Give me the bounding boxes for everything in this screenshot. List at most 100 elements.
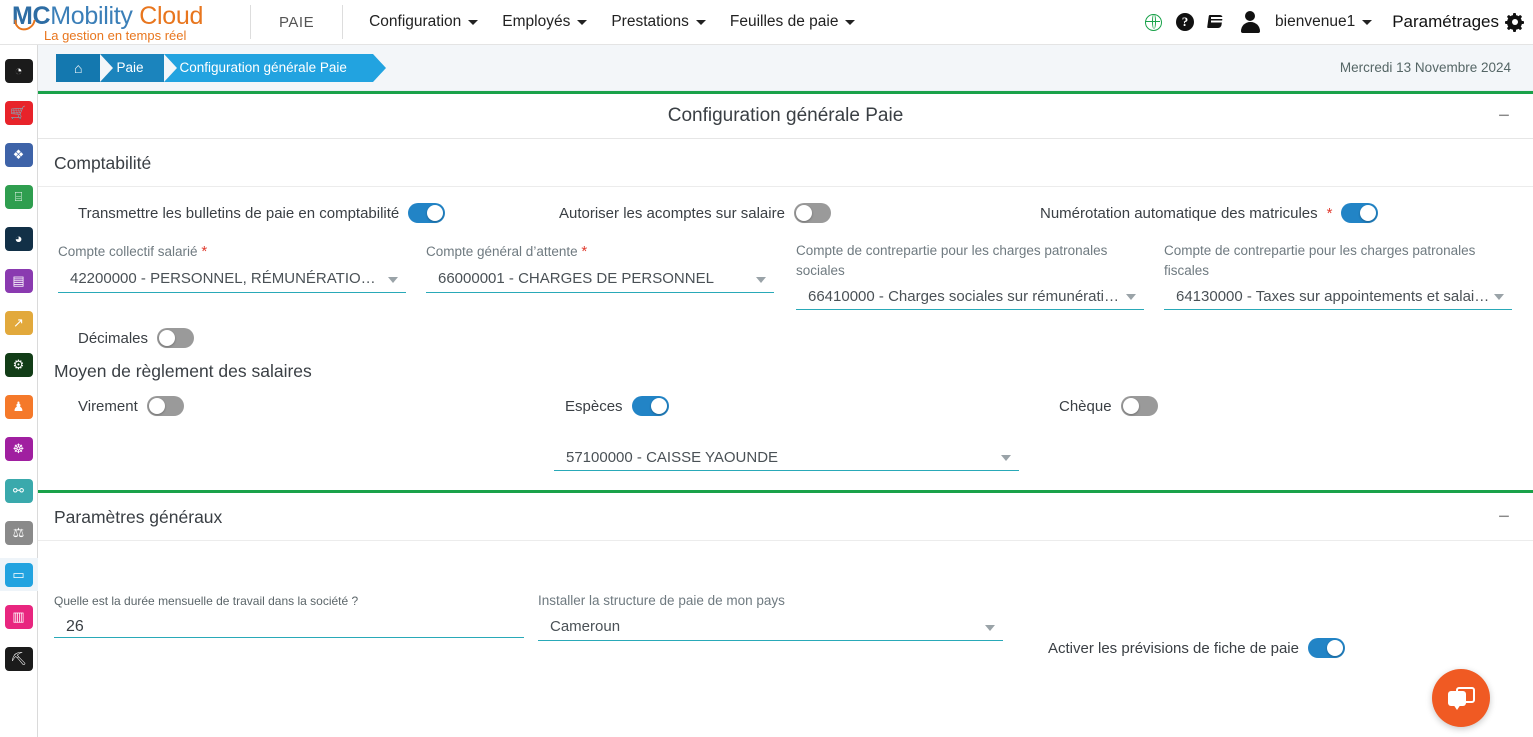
help-icon[interactable]: ? <box>1176 13 1195 31</box>
sidebar-item-legal[interactable]: ⚖ <box>0 516 38 549</box>
top-header: MCMobility Cloud La gestion en temps rée… <box>0 0 1533 45</box>
language-globe-icon[interactable] <box>1145 13 1163 31</box>
breadcrumb-item-paie[interactable]: Paie <box>100 53 177 82</box>
toggle-previsions-fiche-paie[interactable]: Activer les prévisions de fiche de paie <box>1048 638 1345 658</box>
sidebar-item-analytics[interactable]: ↗ <box>0 306 38 339</box>
collapse-panel-button[interactable]: − <box>1495 106 1513 126</box>
menu-item-feuilles-de-paie[interactable]: Feuilles de paie <box>718 0 868 45</box>
sidebar-item-org[interactable]: ⚯ <box>0 474 38 507</box>
toggle-label: Espèces <box>565 397 623 415</box>
sidebar-item-payslips[interactable]: ▥ <box>0 600 38 633</box>
select-compte-collectif-salarie[interactable]: 42200000 - PERSONNEL, RÉMUNÉRATIONS DUES <box>58 266 406 293</box>
chevron-down-icon <box>756 276 766 283</box>
parametres-body: Quelle est la durée mensuelle de travail… <box>38 541 1533 661</box>
select-compte-caisse[interactable]: 57100000 - CAISSE YAOUNDE <box>554 444 1019 471</box>
toggle-switch[interactable] <box>793 203 831 223</box>
field-label: Compte de contrepartie pour les charges … <box>1164 243 1476 278</box>
breadcrumb-home[interactable]: ⌂ <box>56 53 115 82</box>
toggle-switch[interactable] <box>1120 396 1158 416</box>
select-value: 64130000 - Taxes sur appointements et sa… <box>1176 287 1490 305</box>
sidebar-item-payroll[interactable]: ▭ <box>0 558 38 591</box>
menu-item-configuration[interactable]: Configuration <box>357 0 490 45</box>
header-actions: ? bienvenue1 Paramétrages <box>1145 0 1533 45</box>
cash-icon: ▤ <box>4 268 33 293</box>
toggle-switch[interactable] <box>408 203 446 223</box>
chevron-down-icon <box>985 624 995 631</box>
sidebar-item-reports[interactable]: ◕ <box>0 222 38 255</box>
toggle-switch[interactable] <box>1307 638 1345 658</box>
comptabilite-toggles-row: Transmettre les bulletins de paie en com… <box>54 187 1517 239</box>
comptabilite-body: Transmettre les bulletins de paie en com… <box>38 187 1533 486</box>
avatar[interactable] <box>1239 11 1261 33</box>
toggle-switch[interactable] <box>157 328 195 348</box>
line-chart-icon: ↗ <box>4 310 33 335</box>
page-title: Configuration générale Paie <box>667 105 904 126</box>
sidebar-item-sales[interactable]: 🛒 <box>0 96 38 129</box>
current-date: Mercredi 13 Novembre 2024 <box>1339 60 1511 75</box>
sidebar-item-treasury[interactable]: ▤ <box>0 264 38 297</box>
select-structure-paie[interactable]: Cameroun <box>538 614 1003 641</box>
field-compte-collectif-salarie: Compte collectif salarié * 42200000 - PE… <box>58 241 406 293</box>
toggle-switch[interactable] <box>1341 203 1379 223</box>
toggle-transmettre-bulletins[interactable]: Transmettre les bulletins de paie en com… <box>78 203 446 223</box>
field-label: Compte général d’attente * <box>426 243 588 260</box>
home-icon: ⌂ <box>74 59 83 76</box>
chat-widget-button[interactable] <box>1432 669 1490 727</box>
toggle-label: Virement <box>78 397 138 415</box>
sidebar-item-hr[interactable]: ♟ <box>0 390 38 423</box>
sidebar-item-dashboard[interactable]: ◔ <box>0 54 38 87</box>
toggle-decimales[interactable]: Décimales <box>78 317 1517 359</box>
main-content: ⌂ Paie Configuration générale Paie Mercr… <box>38 45 1533 737</box>
comptabilite-fields-row: Compte collectif salarié * 42200000 - PE… <box>54 239 1517 317</box>
menu-item-employes[interactable]: Employés <box>490 0 599 45</box>
toggle-label: Transmettre les bulletins de paie en com… <box>78 204 400 222</box>
toggle-acomptes-salaire[interactable]: Autoriser les acomptes sur salaire <box>559 203 831 223</box>
toggle-virement[interactable]: Virement <box>78 396 184 416</box>
chevron-down-icon <box>1362 19 1373 25</box>
brand-mobility-text: Mobility <box>50 1 133 30</box>
toggle-numerotation-matricules[interactable]: Numérotation automatique des matricules … <box>1040 203 1379 223</box>
select-contrepartie-charges-fiscales[interactable]: 64130000 - Taxes sur appointements et sa… <box>1164 283 1512 311</box>
toggle-switch[interactable] <box>631 396 669 416</box>
boxes-icon: ❖ <box>4 142 33 167</box>
gears-icon: ⚙ <box>4 352 33 377</box>
chevron-down-icon <box>695 19 706 25</box>
toggle-switch[interactable] <box>146 396 184 416</box>
toggle-especes[interactable]: Espèces <box>565 396 669 416</box>
documentation-book-icon[interactable] <box>1208 15 1225 30</box>
pie-chart-icon: ◕ <box>4 226 33 251</box>
payroll-card-icon: ▭ <box>4 562 33 587</box>
required-marker: * <box>581 243 588 260</box>
calculator-icon: ⌸ <box>4 184 33 209</box>
brand-logo[interactable]: MCMobility Cloud La gestion en temps rée… <box>0 0 250 45</box>
sidebar-item-accounting[interactable]: ⌸ <box>0 180 38 213</box>
brand-tagline: La gestion en temps réel <box>44 27 187 43</box>
required-marker: * <box>1326 204 1333 222</box>
breadcrumb: ⌂ Paie Configuration générale Paie <box>56 53 387 82</box>
required-marker: * <box>201 243 208 260</box>
header-divider-2 <box>342 5 344 39</box>
user-name-label: bienvenue1 <box>1275 13 1356 30</box>
toggle-cheque[interactable]: Chèque <box>1059 396 1158 416</box>
collapse-parametres-button[interactable]: − <box>1495 507 1513 527</box>
gear-icon <box>1505 12 1524 32</box>
menu-item-prestations[interactable]: Prestations <box>599 0 718 45</box>
sidebar-item-lodging[interactable]: ⛏ <box>0 642 38 675</box>
settings-label: Paramétrages <box>1392 12 1499 31</box>
sidebar-item-settings[interactable]: ⚙ <box>0 348 38 381</box>
field-structure-paie: Installer la structure de paie de mon pa… <box>538 591 1003 641</box>
main-menu: Configuration Employés Prestations Feuil… <box>357 0 867 45</box>
settings-link[interactable]: Paramétrages <box>1392 12 1524 32</box>
section-heading-parametres: Paramètres généraux <box>54 507 223 527</box>
toggle-label: Activer les prévisions de fiche de paie <box>1048 639 1299 657</box>
field-contrepartie-charges-fiscales: Compte de contrepartie pour les charges … <box>1164 241 1512 311</box>
input-duree-mensuelle[interactable]: 26 <box>54 613 524 639</box>
select-contrepartie-charges-sociales[interactable]: 66410000 - Charges sociales sur rémunéra… <box>796 283 1144 311</box>
sidebar-item-stock[interactable]: ❖ <box>0 138 38 171</box>
chevron-down-icon <box>468 19 479 25</box>
menu-label: Feuilles de paie <box>729 13 839 30</box>
select-compte-general-attente[interactable]: 66000001 - CHARGES DE PERSONNEL <box>426 266 774 293</box>
menu-label: Configuration <box>369 13 462 30</box>
user-menu[interactable]: bienvenue1 <box>1275 13 1373 31</box>
sidebar-item-recruitment[interactable]: ☸ <box>0 432 38 465</box>
